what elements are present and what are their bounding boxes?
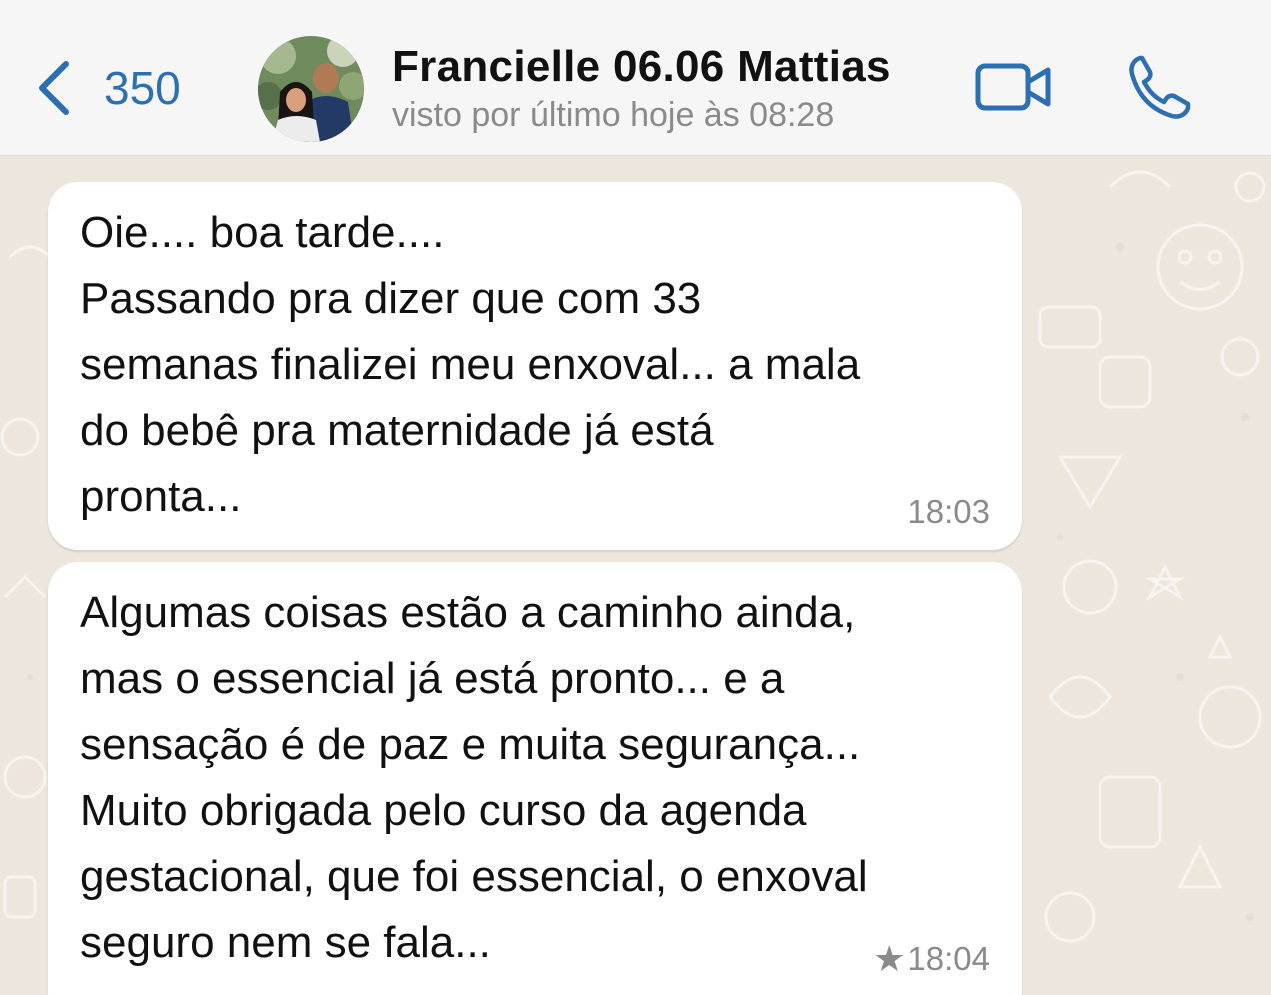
message-time: 18:04 [907, 940, 990, 977]
contact-name[interactable]: Francielle 06.06 Mattias [392, 42, 891, 92]
message-text-line: gestacional, que foi essencial, o enxova… [80, 852, 868, 901]
message-text-line: do bebê pra maternidade já está [80, 406, 714, 455]
message-text-line: semanas finalizei meu enxoval... a mala [80, 340, 861, 389]
star-icon: ★ [873, 938, 906, 979]
avatar-photo [258, 36, 364, 142]
message-text-line: Passando pra dizer que com 33 [80, 274, 702, 323]
message-text-line: sensação é de paz e muita segurança... [80, 720, 861, 769]
chat-header: 350 Francielle 06.06 Mattias visto por ú… [0, 0, 1271, 156]
message-timestamp: 18:03 [907, 493, 990, 531]
message-text-line: Algumas coisas estão a caminho ainda, [80, 588, 856, 637]
message-text-line: Muito obrigada pelo curso da agenda [80, 786, 807, 835]
back-button[interactable]: 350 [34, 56, 181, 120]
message-timestamp: ★ 18:04 [873, 938, 990, 980]
message-text-line: mas o essencial já está pronto... e a [80, 654, 785, 703]
unread-count: 350 [104, 62, 181, 114]
voice-call-button[interactable] [1124, 52, 1194, 122]
phone-icon [1129, 55, 1191, 119]
video-camera-icon [975, 63, 1051, 111]
message-text-line: pronta... [80, 472, 242, 521]
chevron-left-icon [39, 61, 69, 115]
avatar[interactable] [258, 36, 364, 142]
message-bubble-incoming[interactable]: Algumas coisas estão a caminho ainda, ma… [48, 562, 1022, 995]
message-time: 18:03 [907, 493, 990, 530]
message-text-line: seguro nem se fala... [80, 918, 491, 967]
last-seen-status: visto por último hoje às 08:28 [392, 96, 835, 134]
message-text-line: Oie.... boa tarde.... [80, 208, 445, 257]
message-bubble-incoming[interactable]: Oie.... boa tarde.... Passando pra dizer… [48, 182, 1022, 550]
video-call-button[interactable] [974, 58, 1054, 116]
